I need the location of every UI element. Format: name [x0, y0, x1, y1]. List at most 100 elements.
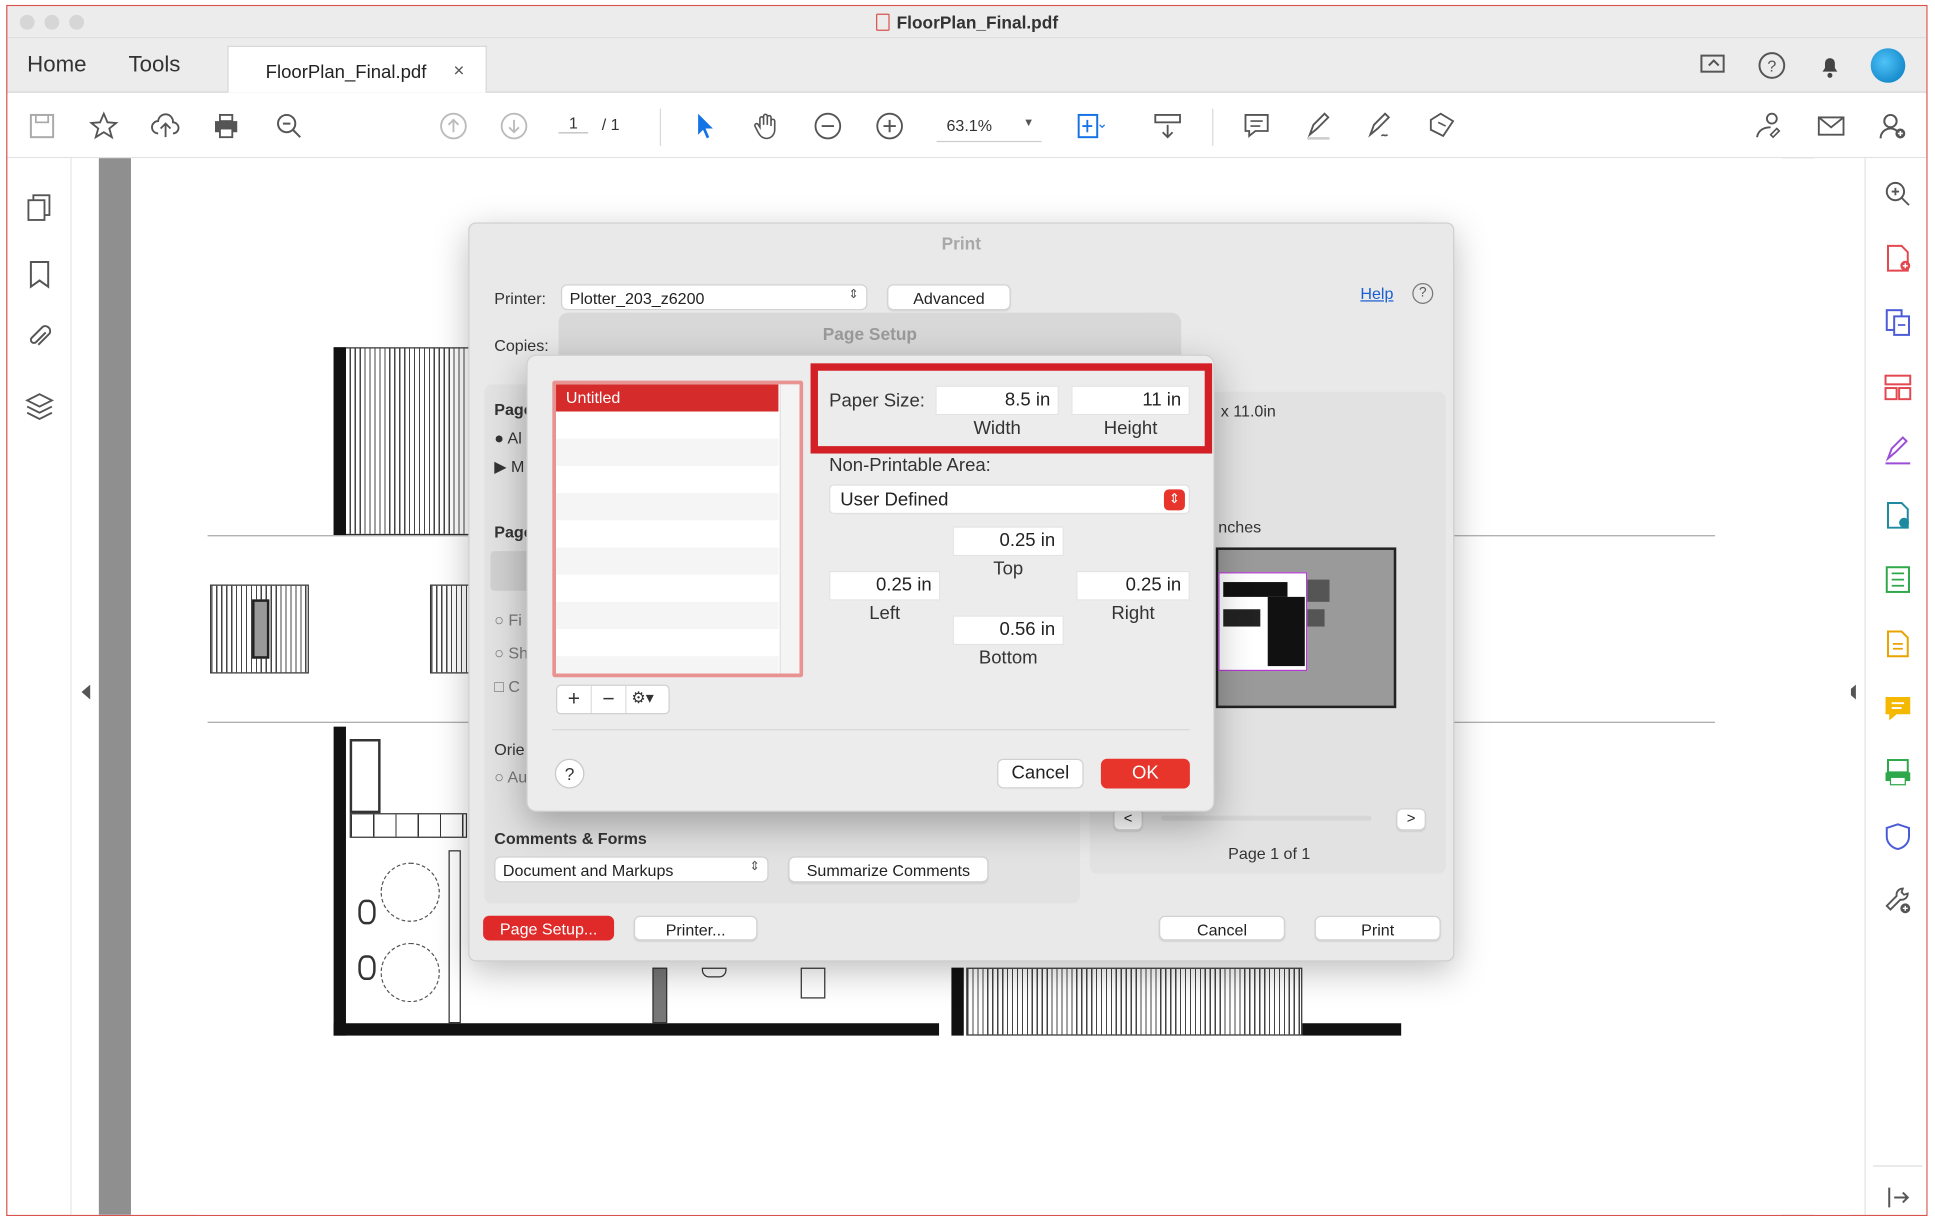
collapse-panel-icon[interactable]	[1882, 1181, 1914, 1213]
edit-pdf-icon[interactable]	[1882, 628, 1914, 660]
floor-plan-door	[652, 967, 668, 1024]
document-tab[interactable]: FloorPlan_Final.pdf ×	[227, 45, 487, 93]
print-cancel-button[interactable]: Cancel	[1158, 915, 1286, 941]
preview-plan-block	[1267, 596, 1305, 667]
auto-orientation-label: Au	[507, 767, 528, 786]
previous-page-icon[interactable]	[436, 109, 471, 144]
next-page-icon[interactable]	[497, 109, 532, 144]
notification-bell-icon[interactable]	[1814, 49, 1846, 81]
auto-orientation-radio[interactable]: ○ Au	[494, 767, 527, 786]
comment-tool-icon[interactable]	[1882, 692, 1914, 724]
floor-plan-turning-circle	[380, 862, 440, 922]
non-printable-area-select[interactable]: User Defined ⇕	[829, 484, 1190, 515]
share-screen-icon[interactable]	[1698, 49, 1730, 81]
comment-icon[interactable]	[1239, 109, 1274, 144]
create-pdf-icon[interactable]	[1882, 242, 1914, 274]
page-number-input[interactable]: 1	[558, 114, 589, 134]
floor-plan-wall	[951, 967, 964, 1036]
protect-shield-icon[interactable]	[1882, 821, 1914, 853]
bookmark-star-icon[interactable]	[86, 109, 121, 144]
close-tab-icon[interactable]: ×	[453, 61, 464, 82]
page-setup-ok-button[interactable]: OK	[1100, 758, 1190, 789]
floor-plan-stair	[966, 967, 1303, 1036]
organize-pages-icon[interactable]	[1882, 371, 1914, 403]
comments-forms-select[interactable]: Document and Markups ⇕	[494, 856, 769, 883]
dialog-divider	[552, 729, 1190, 731]
add-user-icon[interactable]	[1876, 109, 1911, 144]
floor-plan-door	[252, 599, 270, 659]
all-pages-label: Al	[507, 428, 522, 448]
bottom-margin-field[interactable]: 0.56 in	[952, 615, 1064, 646]
home-tab[interactable]: Home	[27, 52, 86, 78]
email-icon[interactable]	[1814, 109, 1849, 144]
find-zoom-icon[interactable]	[272, 109, 307, 144]
fit-label: Fi	[508, 610, 522, 630]
floor-plan-turning-circle	[380, 942, 440, 1003]
orientation-label: Orie	[494, 740, 525, 759]
compress-pdf-icon[interactable]	[1882, 564, 1914, 596]
paper-size-list[interactable]: Untitled	[552, 380, 804, 678]
hand-tool-icon[interactable]	[749, 109, 784, 144]
printer-button[interactable]: Printer...	[633, 915, 758, 941]
help-question-icon[interactable]: ?	[554, 758, 585, 789]
sign-icon[interactable]	[1363, 109, 1398, 144]
floor-plan-toilet	[358, 899, 376, 925]
save-icon[interactable]	[25, 109, 60, 144]
bookmarks-icon[interactable]	[23, 258, 55, 290]
user-avatar[interactable]	[1870, 48, 1906, 83]
stamp-icon[interactable]	[1425, 109, 1460, 144]
send-for-signature-icon[interactable]	[1882, 499, 1914, 531]
floor-plan-toilet	[358, 955, 376, 980]
scroll-mode-icon[interactable]	[1150, 109, 1185, 144]
custom-radio[interactable]: □ C	[494, 677, 520, 696]
preview-slider[interactable]	[1161, 815, 1372, 821]
right-margin-field[interactable]: 0.25 in	[1076, 570, 1190, 601]
zoom-out-icon[interactable]	[811, 109, 846, 144]
page-setup-button[interactable]: Page Setup...	[483, 915, 615, 941]
list-scrollbar[interactable]	[779, 384, 800, 674]
select-arrow-icon[interactable]	[687, 109, 722, 144]
list-row	[556, 438, 779, 466]
remove-paper-button[interactable]: −	[592, 685, 627, 714]
left-margin-field[interactable]: 0.25 in	[829, 570, 941, 601]
zoom-in-icon[interactable]	[872, 109, 907, 144]
select-arrows-icon: ⇕	[749, 860, 760, 874]
summarize-comments-button[interactable]: Summarize Comments	[788, 856, 989, 883]
help-link[interactable]: Help	[1360, 284, 1393, 303]
highlight-pen-icon[interactable]	[1301, 109, 1336, 144]
advanced-button[interactable]: Advanced	[887, 284, 1011, 311]
scan-ocr-icon[interactable]	[1882, 756, 1914, 788]
top-margin-field[interactable]: 0.25 in	[952, 526, 1064, 557]
fit-radio[interactable]: ○ Fi	[494, 610, 522, 629]
collapse-left-arrow-icon[interactable]	[81, 684, 91, 700]
help-icon[interactable]: ?	[1756, 49, 1788, 81]
print-icon[interactable]	[209, 109, 244, 144]
zoom-level-select[interactable]: 63.1% ▼	[936, 112, 1042, 143]
attachments-icon[interactable]	[23, 321, 55, 353]
preview-next-button[interactable]: >	[1396, 808, 1426, 831]
paper-size-list-item-selected[interactable]: Untitled	[556, 384, 779, 412]
non-printable-area-label: Non-Printable Area:	[829, 454, 991, 476]
page-setup-cancel-button[interactable]: Cancel	[997, 758, 1084, 789]
left-margin-label: Left	[869, 603, 901, 625]
fill-sign-icon[interactable]	[1882, 435, 1914, 467]
share-link-icon[interactable]	[1751, 109, 1786, 144]
shrink-radio[interactable]: ○ Sh	[494, 644, 528, 663]
action-menu-icon[interactable]: ⚙▾	[631, 688, 668, 713]
add-paper-button[interactable]: +	[557, 685, 592, 714]
printer-select[interactable]: Plotter_203_z6200 ⇕	[560, 284, 868, 311]
print-dialog-title: Print	[941, 233, 981, 254]
help-question-icon[interactable]: ?	[1412, 282, 1434, 305]
page-thumbnails-icon[interactable]	[23, 192, 55, 224]
all-pages-radio[interactable]: ● Al	[494, 429, 522, 448]
tools-tab[interactable]: Tools	[129, 52, 181, 78]
fit-page-icon[interactable]	[1073, 109, 1108, 144]
page-total: / 1	[601, 114, 620, 134]
export-pdf-icon[interactable]	[1882, 306, 1914, 338]
zoom-search-icon[interactable]	[1882, 178, 1914, 210]
more-options-toggle[interactable]: ▶ M	[494, 457, 524, 477]
print-button[interactable]: Print	[1314, 915, 1441, 941]
more-tools-icon[interactable]	[1882, 885, 1914, 917]
layers-icon[interactable]	[23, 391, 55, 423]
upload-cloud-icon[interactable]	[148, 109, 183, 144]
